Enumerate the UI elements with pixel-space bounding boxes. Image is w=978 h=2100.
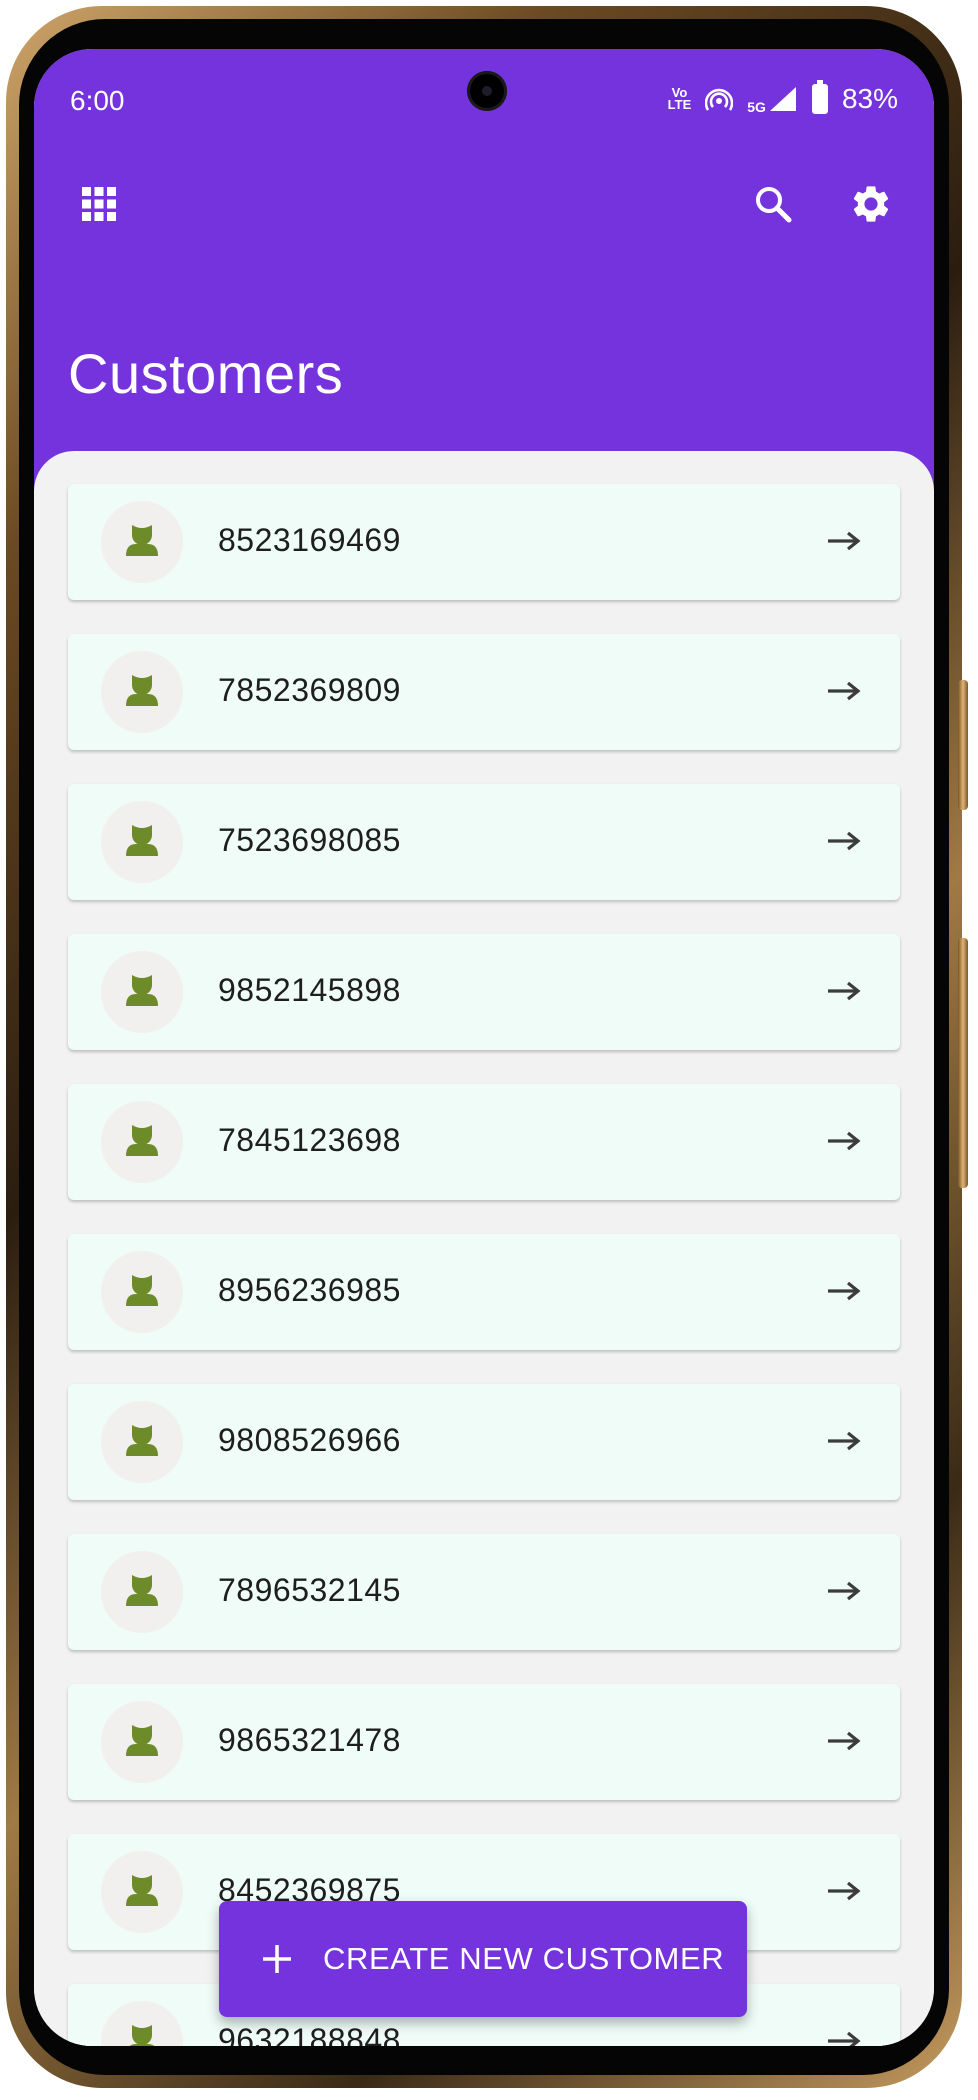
status-time: 6:00 xyxy=(70,85,125,116)
customer-phone: 7523698085 xyxy=(218,822,401,858)
customer-card[interactable]: 9808526966 xyxy=(68,1384,900,1500)
status-icons: Vo LTE 5G 83% xyxy=(667,80,898,115)
customer-phone: 9808526966 xyxy=(218,1422,401,1458)
person-icon xyxy=(124,2022,160,2046)
person-icon xyxy=(124,972,160,1013)
customer-card[interactable]: 9852145898 xyxy=(68,934,900,1050)
arrow-right-icon[interactable] xyxy=(826,2026,862,2046)
avatar xyxy=(101,1251,183,1333)
person-icon xyxy=(124,672,160,713)
front-camera xyxy=(467,71,507,111)
arrow-right-icon[interactable] xyxy=(826,826,862,856)
signal-icon: 5G xyxy=(747,85,798,114)
arrow-right-icon[interactable] xyxy=(826,1876,862,1906)
volte-icon: Vo LTE xyxy=(667,85,692,112)
person-icon xyxy=(124,1272,160,1313)
search-icon[interactable] xyxy=(746,177,800,231)
person-icon xyxy=(124,1422,160,1463)
plus-icon xyxy=(263,1945,291,1973)
customer-card[interactable]: 9865321478 xyxy=(68,1684,900,1800)
arrow-right-icon[interactable] xyxy=(826,1426,862,1456)
avatar xyxy=(101,2001,183,2046)
customer-phone: 8956236985 xyxy=(218,1272,401,1308)
customer-phone: 7852369809 xyxy=(218,672,401,708)
avatar xyxy=(101,1101,183,1183)
arrow-right-icon[interactable] xyxy=(826,1576,862,1606)
customer-phone: 9852145898 xyxy=(218,972,401,1008)
volume-button xyxy=(958,680,968,810)
hotspot-icon xyxy=(705,88,734,111)
arrow-right-icon[interactable] xyxy=(826,526,862,556)
customer-list: 8523169469 7852369809 7523698085 9852145898… xyxy=(68,484,900,2046)
avatar xyxy=(101,801,183,883)
person-icon xyxy=(124,822,160,863)
customer-card[interactable]: 7896532145 xyxy=(68,1534,900,1650)
battery-percent: 83% xyxy=(841,83,898,114)
arrow-right-icon[interactable] xyxy=(826,1276,862,1306)
person-icon xyxy=(124,1872,160,1913)
person-icon xyxy=(124,1722,160,1763)
avatar xyxy=(101,1401,183,1483)
customer-card[interactable]: 7845123698 xyxy=(68,1084,900,1200)
customer-phone: 7845123698 xyxy=(218,1122,401,1158)
gear-icon[interactable] xyxy=(844,177,898,231)
create-new-customer-button[interactable]: CREATE NEW CUSTOMER xyxy=(219,1901,747,2017)
customer-phone: 9632188848 xyxy=(218,2022,401,2046)
person-icon xyxy=(124,1122,160,1163)
app-screen: 6:00 Vo LTE 5G 83% Customers 8523169469 … xyxy=(34,49,934,2046)
power-button xyxy=(958,938,968,1188)
battery-icon xyxy=(811,80,828,114)
arrow-right-icon[interactable] xyxy=(826,676,862,706)
arrow-right-icon[interactable] xyxy=(826,1726,862,1756)
avatar xyxy=(101,1701,183,1783)
avatar xyxy=(101,501,183,583)
avatar xyxy=(101,951,183,1033)
customer-card[interactable]: 8956236985 xyxy=(68,1234,900,1350)
customer-phone: 8523169469 xyxy=(218,522,401,558)
create-new-customer-label: CREATE NEW CUSTOMER xyxy=(323,1941,725,1976)
customer-card[interactable]: 7852369809 xyxy=(68,634,900,750)
avatar xyxy=(101,1551,183,1633)
customer-card[interactable]: 8523169469 xyxy=(68,484,900,600)
customer-phone: 9865321478 xyxy=(218,1722,401,1758)
person-icon xyxy=(124,522,160,563)
avatar xyxy=(101,651,183,733)
customer-list-sheet: 8523169469 7852369809 7523698085 9852145898… xyxy=(34,451,934,2046)
apps-grid-icon[interactable] xyxy=(72,177,126,231)
customer-card[interactable]: 7523698085 xyxy=(68,784,900,900)
person-icon xyxy=(124,1572,160,1613)
page-title: Customers xyxy=(68,342,344,405)
arrow-right-icon[interactable] xyxy=(826,1126,862,1156)
arrow-right-icon[interactable] xyxy=(826,976,862,1006)
avatar xyxy=(101,1851,183,1933)
customer-phone: 7896532145 xyxy=(218,1572,401,1608)
